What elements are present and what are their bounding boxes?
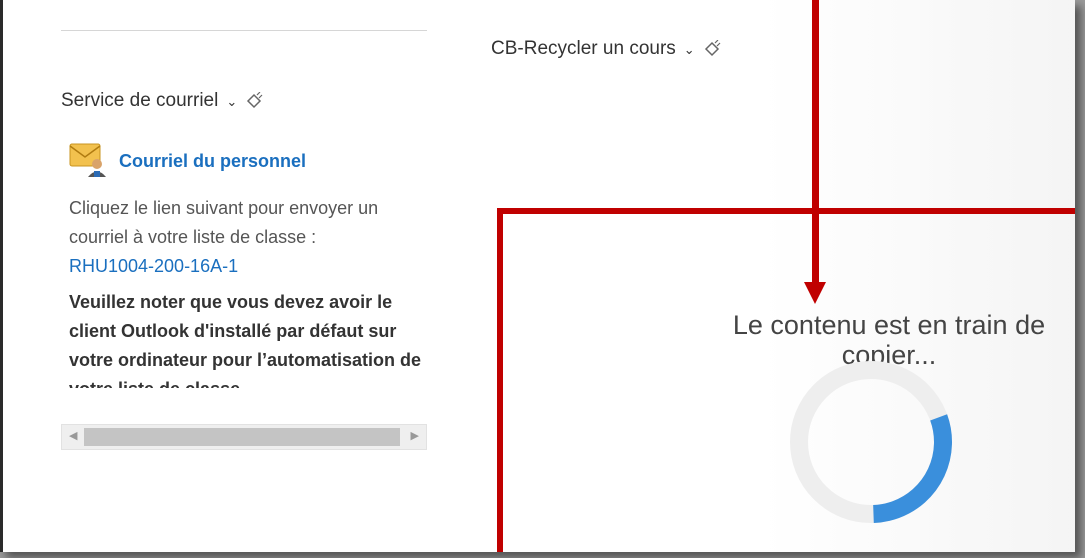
outlook-note: Veuillez noter que vous devez avoir le c…: [69, 292, 422, 388]
class-list-link[interactable]: RHU1004-200-16A-1: [69, 256, 238, 276]
scrollbar-thumb[interactable]: [84, 428, 400, 446]
email-description: Cliquez le lien suivant pour envoyer un …: [69, 194, 425, 281]
annotation-arrow-head: [804, 282, 826, 304]
recycle-widget-header: CB-Recycler un cours ⌄: [491, 38, 721, 60]
divider: [61, 30, 427, 31]
staff-email-link-row[interactable]: Courriel du personnel: [69, 140, 306, 183]
annotation-arrow-line: [812, 0, 819, 282]
horizontal-scrollbar[interactable]: ◀ ▶: [61, 424, 427, 450]
outlook-mail-icon: [69, 140, 109, 183]
recycle-widget-title: CB-Recycler un cours: [491, 38, 676, 59]
screenshot-frame: Service de courriel ⌄ Courriel du person…: [0, 0, 1075, 552]
description-text: Cliquez le lien suivant pour envoyer un …: [69, 198, 379, 247]
pin-icon[interactable]: [245, 92, 263, 110]
chevron-down-icon[interactable]: ⌄: [226, 94, 237, 110]
email-widget-title: Service de courriel: [61, 90, 219, 111]
scroll-left-icon[interactable]: ◀: [69, 429, 77, 442]
pin-icon[interactable]: [703, 40, 721, 58]
highlight-box: [497, 208, 1075, 552]
staff-email-link[interactable]: Courriel du personnel: [119, 151, 306, 172]
scroll-right-icon[interactable]: ▶: [411, 429, 419, 442]
email-widget-header: Service de courriel ⌄: [61, 90, 263, 112]
chevron-down-icon[interactable]: ⌄: [684, 42, 695, 58]
